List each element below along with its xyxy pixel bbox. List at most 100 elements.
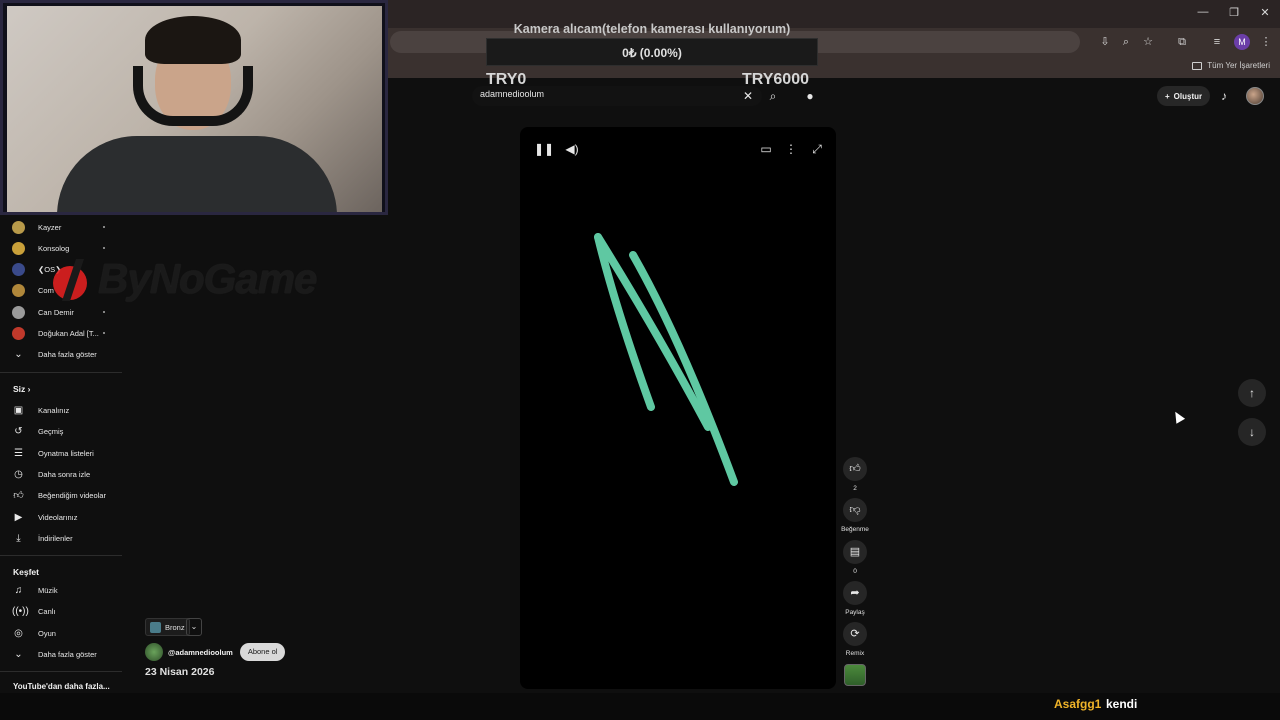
sidebar-item-history[interactable]: ↺ Geçmiş <box>0 422 122 440</box>
channels-show-more[interactable]: ⌄ Daha fazla göster <box>0 345 122 363</box>
rank-dropdown-chevron-icon[interactable]: ⌄ <box>186 618 202 636</box>
playlists-icon: ☰ <box>14 447 23 459</box>
close-window-button[interactable]: ✕ <box>1250 6 1280 19</box>
media-controls-icon[interactable]: ≡ <box>1209 34 1225 50</box>
chat-message: kendi <box>1106 697 1138 711</box>
browser-menu-icon[interactable]: ⋮ <box>1258 34 1274 50</box>
chat-username: Asafgg1 <box>1054 697 1102 711</box>
subscribe-button[interactable]: Abone ol <box>239 643 286 661</box>
sidebar-item-label: Geçmiş <box>38 426 64 436</box>
channel-avatar[interactable] <box>145 643 163 661</box>
bookmark-star-icon[interactable]: ☆ <box>1140 34 1156 50</box>
dislike-label: Beğenme <box>841 526 869 533</box>
sidebar-item-watch-later[interactable]: ◷ Daha sonra izle <box>0 465 122 483</box>
zoom-icon[interactable]: ⌕ <box>1118 34 1134 50</box>
dislike-action[interactable]: 👎︎ Beğenme <box>841 498 869 533</box>
all-bookmarks-button[interactable]: Tüm Yer İşaretleri <box>1192 61 1270 70</box>
sidebar-channel-dogukan-adal[interactable]: Doğukan Adal [T... <box>0 324 122 342</box>
sidebar-item-label: Oyun <box>38 628 56 638</box>
channel-avatar <box>12 283 25 297</box>
create-label: Oluştur <box>1173 91 1203 101</box>
sidebar-item-liked-videos[interactable]: 👍︎ Beğendiğim videolar <box>0 486 122 504</box>
sidebar-channel-kayzer[interactable]: Kayzer <box>0 218 122 236</box>
sidebar-item-music[interactable]: ♫ Müzik <box>0 581 122 599</box>
sound-thumbnail[interactable] <box>844 664 866 686</box>
rank-label: Bronz <box>165 622 185 632</box>
downloads-icon: ⤓ <box>16 532 21 544</box>
channel-icon: ▣ <box>13 404 24 416</box>
profile-avatar[interactable]: M <box>1234 34 1250 50</box>
sidebar-item-your-videos[interactable]: ▶ Videolarınız <box>0 508 122 526</box>
sidebar-divider <box>0 372 122 373</box>
sidebar-item-label: Doğukan Adal [T... <box>38 328 99 338</box>
live-dot <box>103 247 105 249</box>
install-app-icon[interactable]: ⇩ <box>1097 34 1113 50</box>
you-section-heading[interactable]: Siz › <box>13 384 30 394</box>
sidebar-item-label: Daha fazla göster <box>38 649 97 659</box>
explore-show-more[interactable]: ⌄ Daha fazla göster <box>0 645 122 663</box>
mouse-cursor-icon <box>1170 409 1186 424</box>
sidebar-item-label: Kanalınız <box>38 405 70 415</box>
search-input[interactable] <box>480 89 730 99</box>
your-videos-icon: ▶ <box>14 511 23 523</box>
channel-avatar <box>12 326 25 340</box>
channel-avatar <box>12 262 25 276</box>
live-dot <box>103 332 105 334</box>
live-dot <box>103 226 105 228</box>
channel-handle[interactable]: @adamnedioolum <box>168 648 233 657</box>
share-icon[interactable]: ➦ <box>843 581 867 605</box>
folder-icon <box>1192 61 1203 70</box>
comments-action[interactable]: ▤ 0 <box>843 540 867 575</box>
sidebar-item-label: Daha fazla göster <box>38 349 97 359</box>
live-icon: ((•)) <box>12 605 29 617</box>
like-count: 2 <box>853 485 857 492</box>
comment-icon[interactable]: ▤ <box>843 540 867 564</box>
sidebar-item-downloads[interactable]: ⤓ İndirilenler <box>0 529 122 547</box>
gaming-icon: ◎ <box>14 627 23 639</box>
rank-badge-icon <box>150 621 161 633</box>
sidebar-item-label: Konsolog <box>38 243 70 253</box>
sidebar-item-gaming[interactable]: ◎ Oyun <box>0 624 122 642</box>
create-button[interactable]: + Oluştur <box>1157 86 1211 106</box>
sidebar-item-your-channel[interactable]: ▣ Kanalınız <box>0 401 122 419</box>
you-heading-text: Siz <box>13 384 26 394</box>
extensions-icon[interactable]: ⧉ <box>1174 34 1190 50</box>
minimize-button[interactable]: — <box>1188 6 1218 18</box>
next-short-arrow-icon[interactable]: ↓ <box>1238 418 1266 446</box>
sidebar-divider <box>0 555 122 556</box>
mic-icon[interactable]: ● <box>801 87 819 105</box>
clear-search-icon[interactable]: ✕ <box>739 87 757 105</box>
sidebar-item-live[interactable]: ((•)) Canlı <box>0 602 122 620</box>
search-icon[interactable]: ⌕ <box>764 87 782 105</box>
history-icon: ↺ <box>14 425 23 437</box>
thumbs-up-icon[interactable]: 👍︎ <box>843 457 867 481</box>
previous-short-arrow-icon[interactable]: ↑ <box>1238 379 1266 407</box>
bynogame-logo-text: ByNoGame <box>98 255 317 302</box>
music-icon: ♫ <box>14 584 23 596</box>
remix-action[interactable]: ⟳ Remix <box>843 622 867 657</box>
plus-icon: + <box>1165 91 1170 101</box>
channel-row: @adamnedioolum Abone ol <box>145 643 286 661</box>
remix-icon[interactable]: ⟳ <box>843 622 867 646</box>
thumbs-down-icon[interactable]: 👎︎ <box>843 498 867 522</box>
shorts-video-player[interactable]: ❚❚ ◀) ▭ ⋮ ⤢ <box>520 127 836 689</box>
sidebar-item-label: Daha sonra izle <box>38 469 91 479</box>
chevron-down-icon: ⌄ <box>14 648 23 660</box>
webcam-feed <box>7 6 382 212</box>
share-action[interactable]: ➦ Paylaş <box>843 581 867 616</box>
chevron-down-icon: ⌄ <box>14 348 23 360</box>
restore-button[interactable]: ❐ <box>1219 6 1249 19</box>
watch-later-icon: ◷ <box>14 468 23 480</box>
notifications-bell-icon[interactable]: ♪ <box>1215 87 1233 105</box>
video-frame-drawing <box>594 233 738 486</box>
sidebar-item-label: Canlı <box>38 606 56 616</box>
all-bookmarks-label: Tüm Yer İşaretleri <box>1207 61 1270 70</box>
donation-progress-text: 0₺ (0.00%) <box>622 46 682 60</box>
sidebar-item-label: Oynatma listeleri <box>38 448 94 458</box>
user-avatar[interactable] <box>1246 87 1264 105</box>
publish-date: 23 Nisan 2026 <box>145 666 215 678</box>
bynogame-logo-icon <box>53 259 87 301</box>
sidebar-item-playlists[interactable]: ☰ Oynatma listeleri <box>0 444 122 462</box>
donation-progress-bar: 0₺ (0.00%) <box>486 38 818 66</box>
like-action[interactable]: 👍︎ 2 <box>843 457 867 492</box>
